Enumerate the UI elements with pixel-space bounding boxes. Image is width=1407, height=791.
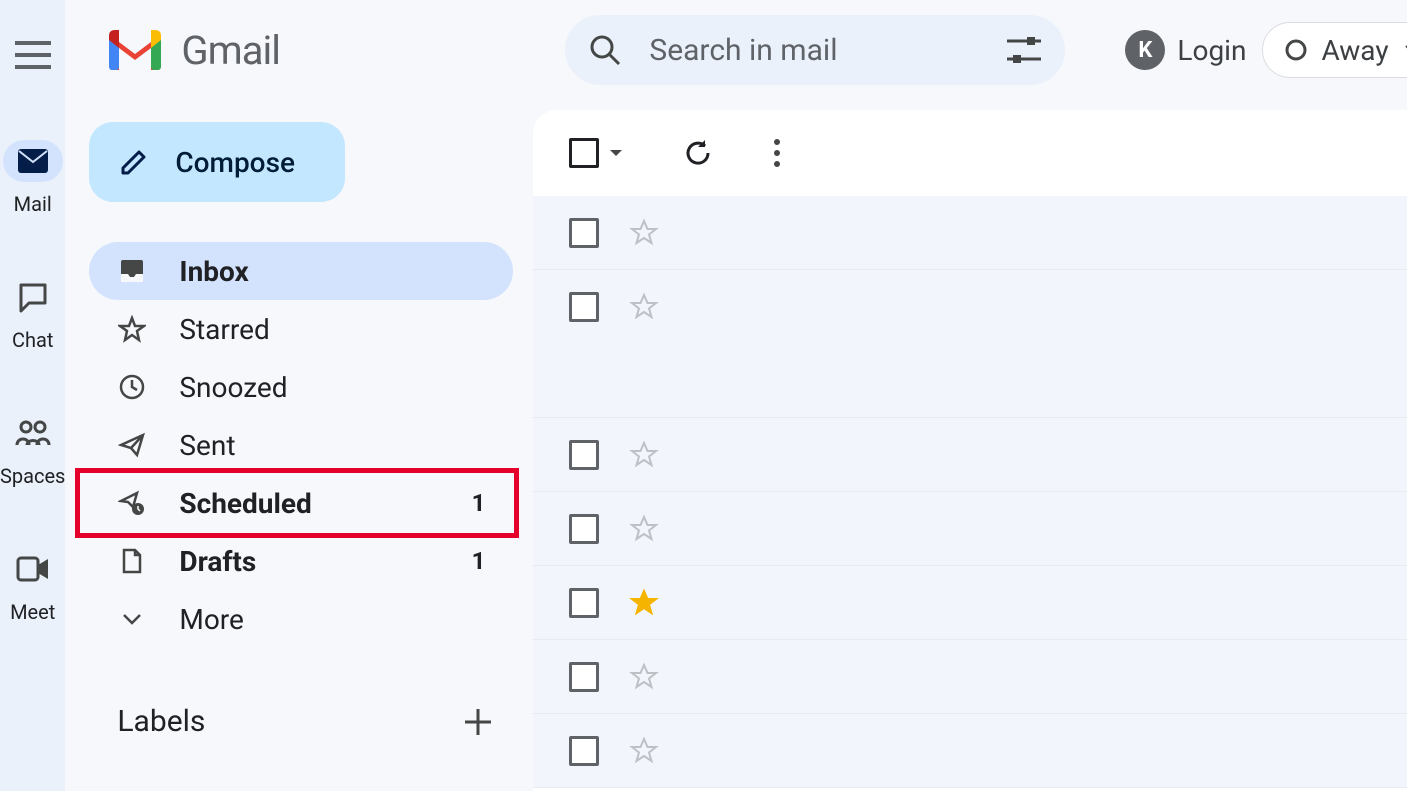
mail-row[interactable] [533, 196, 1407, 270]
star-icon[interactable] [629, 292, 659, 322]
avatar-letter: K [1138, 38, 1152, 63]
pencil-icon [119, 147, 149, 177]
nav-label: Sent [179, 429, 235, 462]
nav-label: Snoozed [179, 371, 287, 404]
mail-row[interactable] [533, 714, 1407, 788]
meet-icon [16, 556, 50, 582]
mail-icon [17, 148, 49, 174]
clock-icon [117, 373, 147, 401]
chat-icon-bg [3, 276, 63, 318]
nav-label: Inbox [179, 255, 248, 288]
nav-item-scheduled[interactable]: Scheduled 1 [89, 474, 513, 532]
app-name: Gmail [181, 27, 280, 74]
star-icon [117, 315, 147, 343]
labels-heading-row: Labels [89, 704, 513, 739]
login-chip[interactable]: K Login [1125, 30, 1246, 70]
row-checkbox[interactable] [569, 292, 599, 322]
search-bar[interactable]: Search in mail [565, 15, 1065, 85]
row-checkbox[interactable] [569, 218, 599, 248]
main-menu-button[interactable] [15, 30, 51, 80]
spaces-icon [15, 419, 51, 447]
star-icon[interactable] [629, 662, 659, 692]
mail-row[interactable] [533, 566, 1407, 640]
mail-list-pane [533, 110, 1407, 791]
status-chip[interactable]: Away [1262, 22, 1407, 78]
nav-count: 1 [472, 489, 486, 517]
login-label: Login [1177, 34, 1246, 67]
list-toolbar [533, 110, 1407, 196]
hamburger-icon [15, 41, 51, 69]
chat-icon [17, 281, 49, 313]
rail-label-mail: Mail [14, 192, 52, 216]
search-icon [589, 34, 621, 66]
sidebar: Compose Inbox Starred Snoozed Sent Scheduled… [65, 100, 533, 791]
star-icon[interactable] [629, 514, 659, 544]
compose-label: Compose [175, 146, 295, 179]
logo-area[interactable]: Gmail [105, 26, 545, 74]
select-all[interactable] [569, 138, 623, 168]
mail-row[interactable] [533, 492, 1407, 566]
rail-label-meet: Meet [10, 600, 55, 624]
send-icon [117, 431, 147, 459]
star-icon[interactable] [629, 736, 659, 766]
mail-row[interactable] [533, 418, 1407, 492]
rail-item-chat[interactable]: Chat [3, 276, 63, 352]
star-icon[interactable] [629, 440, 659, 470]
labels-heading: Labels [117, 704, 205, 739]
plus-icon[interactable] [463, 707, 493, 737]
rail-item-meet[interactable]: Meet [3, 548, 63, 624]
nav-item-more[interactable]: More [89, 590, 513, 648]
header-right: K Login Away [1085, 22, 1407, 78]
mail-rows [533, 196, 1407, 788]
search-options-icon[interactable] [1007, 35, 1041, 65]
status-label: Away [1321, 34, 1388, 67]
row-checkbox[interactable] [569, 588, 599, 618]
search-placeholder: Search in mail [649, 33, 979, 68]
mail-row[interactable] [533, 640, 1407, 714]
meet-icon-bg [3, 548, 63, 590]
compose-button[interactable]: Compose [89, 122, 345, 202]
gmail-logo-icon [105, 26, 165, 74]
rail-item-spaces[interactable]: Spaces [0, 412, 65, 488]
spaces-icon-bg [3, 412, 63, 454]
nav-item-sent[interactable]: Sent [89, 416, 513, 474]
refresh-icon[interactable] [683, 138, 713, 168]
inbox-icon [117, 257, 147, 285]
row-checkbox[interactable] [569, 662, 599, 692]
select-all-checkbox[interactable] [569, 138, 599, 168]
nav-label: Scheduled [179, 487, 311, 520]
dropdown-caret-icon[interactable] [609, 149, 623, 157]
status-away-icon [1285, 39, 1307, 61]
row-checkbox[interactable] [569, 440, 599, 470]
nav-list: Inbox Starred Snoozed Sent Scheduled 1 Drafts 1… [89, 242, 513, 648]
nav-label: More [179, 603, 244, 636]
more-icon[interactable] [773, 138, 781, 168]
row-checkbox[interactable] [569, 736, 599, 766]
nav-item-snoozed[interactable]: Snoozed [89, 358, 513, 416]
mail-icon-bg [3, 140, 63, 182]
rail-label-chat: Chat [12, 328, 53, 352]
mail-row[interactable] [533, 270, 1407, 418]
nav-item-inbox[interactable]: Inbox [89, 242, 513, 300]
schedule-icon [117, 489, 147, 517]
header: Gmail Search in mail K Login Away [65, 0, 1407, 100]
nav-label: Starred [179, 313, 269, 346]
nav-count: 1 [472, 547, 486, 575]
nav-item-starred[interactable]: Starred [89, 300, 513, 358]
nav-item-drafts[interactable]: Drafts 1 [89, 532, 513, 590]
nav-label: Drafts [179, 545, 256, 578]
row-checkbox[interactable] [569, 514, 599, 544]
body: Compose Inbox Starred Snoozed Sent Scheduled… [65, 100, 1407, 791]
main-area: Gmail Search in mail K Login Away [65, 0, 1407, 791]
star-icon[interactable] [629, 588, 659, 618]
draft-icon [117, 547, 147, 575]
app-rail: Mail Chat Spaces Meet [0, 0, 65, 791]
rail-label-spaces: Spaces [0, 464, 65, 488]
avatar: K [1125, 30, 1165, 70]
expand-icon [117, 605, 147, 633]
star-icon[interactable] [629, 218, 659, 248]
rail-item-mail[interactable]: Mail [3, 140, 63, 216]
